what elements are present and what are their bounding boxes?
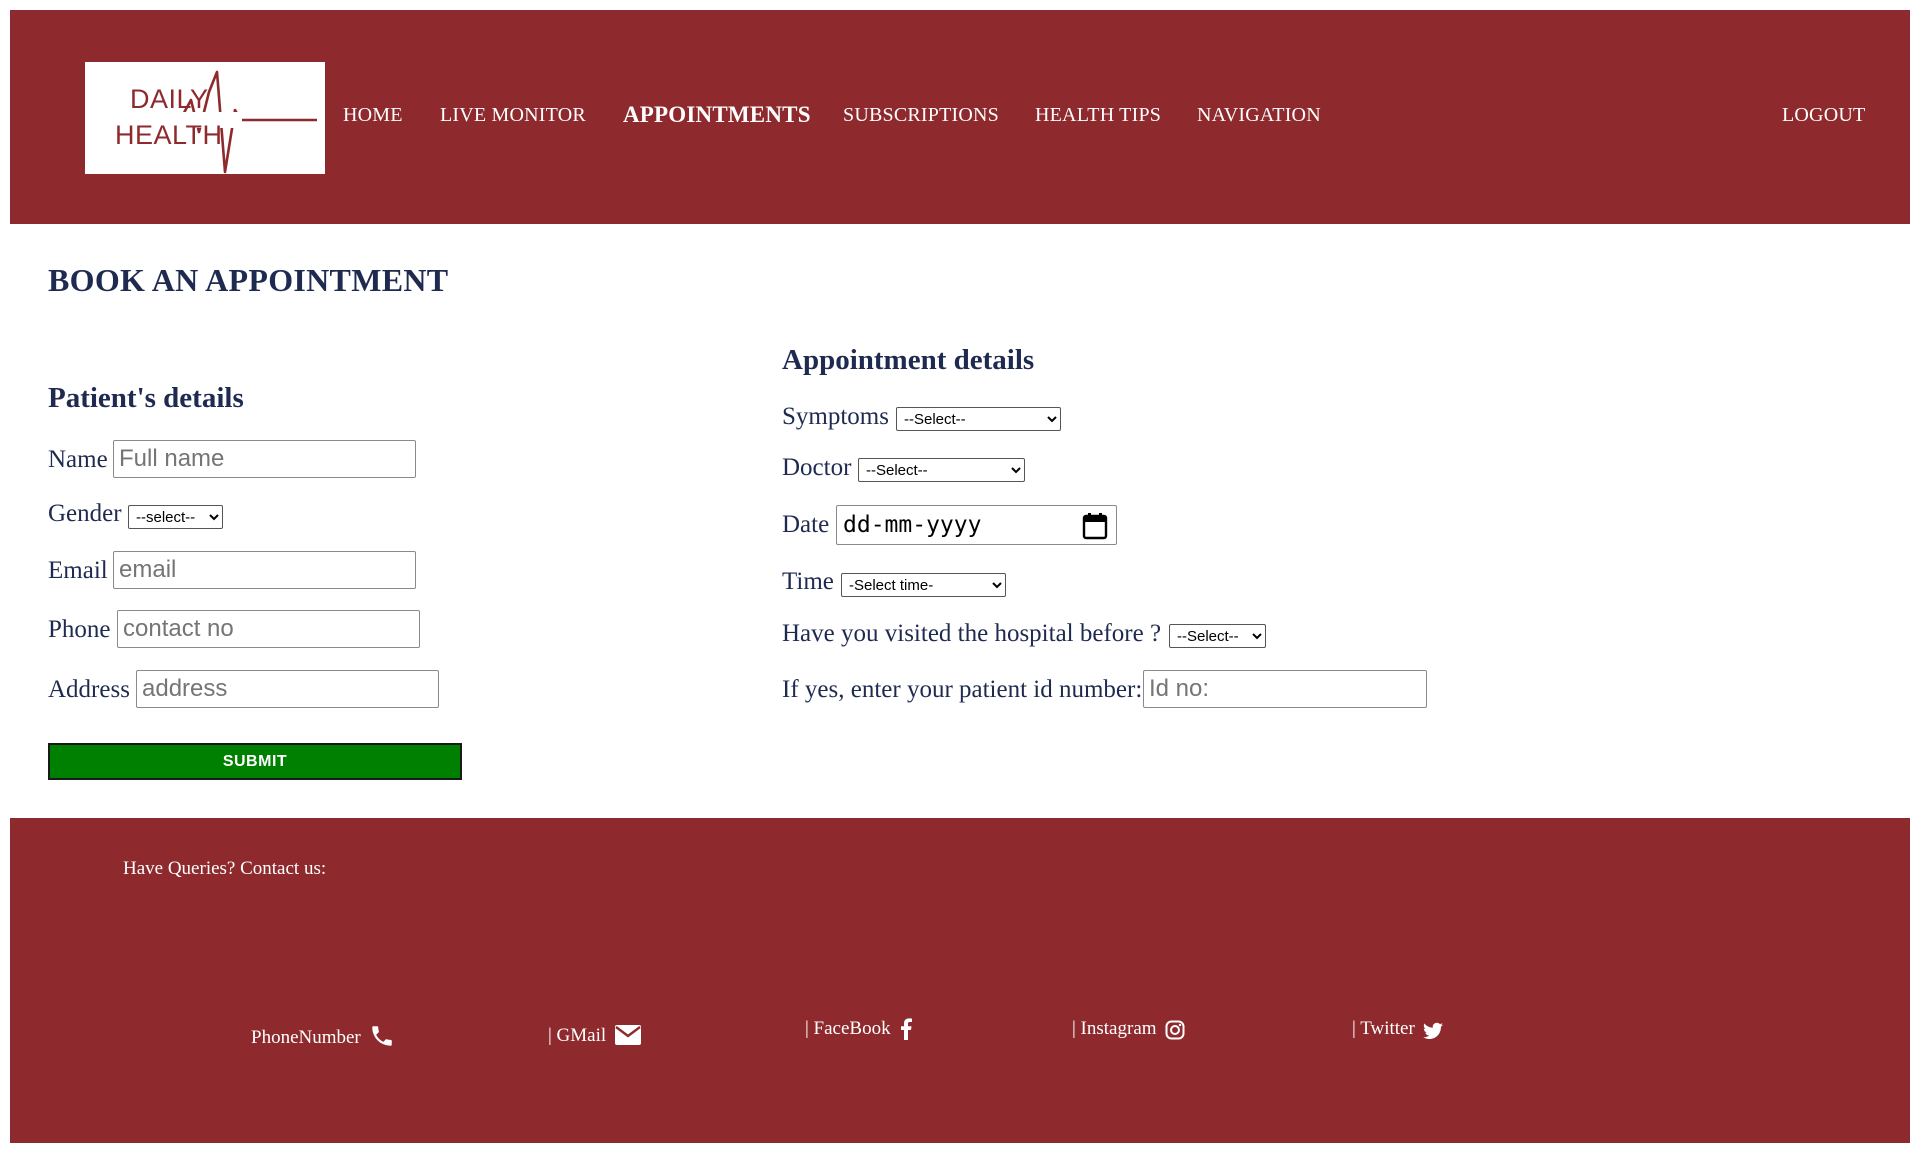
patient-id-input[interactable] bbox=[1143, 670, 1427, 708]
footer-facebook-link[interactable]: | FaceBook bbox=[805, 1018, 913, 1040]
patient-details-heading: Patient's details bbox=[48, 382, 244, 414]
site-footer: Have Queries? Contact us: PhoneNumber | … bbox=[10, 818, 1910, 1143]
gender-select[interactable]: --select-- bbox=[128, 505, 223, 529]
date-input[interactable]: dd-mm-yyyy bbox=[836, 505, 1117, 545]
footer-twitter-link[interactable]: | Twitter bbox=[1352, 1018, 1443, 1040]
footer-instagram-link[interactable]: | Instagram bbox=[1072, 1018, 1185, 1040]
phone-label: Phone bbox=[48, 616, 111, 643]
email-input[interactable] bbox=[113, 551, 416, 589]
doctor-select[interactable]: --Select-- bbox=[858, 458, 1025, 482]
page-title: BOOK AN APPOINTMENT bbox=[48, 262, 449, 298]
facebook-icon bbox=[900, 1018, 912, 1040]
main-nav: HOME LIVE MONITOR APPOINTMENTS SUBSCRIPT… bbox=[10, 10, 1910, 224]
time-select[interactable]: -Select time- bbox=[841, 573, 1006, 597]
calendar-icon[interactable] bbox=[1082, 512, 1108, 545]
nav-subscriptions[interactable]: SUBSCRIPTIONS bbox=[843, 104, 999, 127]
address-label: Address bbox=[48, 676, 130, 703]
footer-instagram-label: | Instagram bbox=[1072, 1018, 1157, 1039]
nav-home[interactable]: HOME bbox=[343, 104, 403, 127]
appointment-details-heading: Appointment details bbox=[782, 344, 1035, 376]
footer-facebook-label: | FaceBook bbox=[805, 1018, 891, 1039]
twitter-icon bbox=[1422, 1022, 1443, 1039]
contact-heading: Have Queries? Contact us: bbox=[123, 858, 327, 879]
footer-phone-label: PhoneNumber bbox=[251, 1027, 361, 1048]
address-input[interactable] bbox=[136, 670, 439, 708]
nav-navigation[interactable]: NAVIGATION bbox=[1197, 104, 1321, 127]
gender-label: Gender bbox=[48, 500, 122, 527]
submit-button[interactable]: SUBMIT bbox=[48, 743, 462, 780]
name-input[interactable] bbox=[113, 440, 416, 478]
name-label: Name bbox=[48, 446, 108, 473]
symptoms-select[interactable]: --Select-- bbox=[896, 407, 1061, 431]
nav-appointments[interactable]: APPOINTMENTS bbox=[623, 102, 811, 128]
visited-before-select[interactable]: --Select-- bbox=[1169, 624, 1266, 648]
footer-phone-link[interactable]: PhoneNumber bbox=[251, 1023, 395, 1049]
nav-live-monitor[interactable]: LIVE MONITOR bbox=[440, 104, 586, 127]
mail-icon bbox=[615, 1025, 642, 1045]
logout-link[interactable]: LOGOUT bbox=[1782, 104, 1865, 127]
footer-twitter-label: | Twitter bbox=[1352, 1018, 1415, 1039]
instagram-icon bbox=[1165, 1020, 1185, 1040]
doctor-label: Doctor bbox=[782, 454, 852, 481]
phone-icon bbox=[372, 1026, 392, 1046]
patient-id-label: If yes, enter your patient id number: bbox=[782, 676, 1143, 703]
visited-before-label: Have you visited the hospital before ? bbox=[782, 620, 1162, 647]
phone-input[interactable] bbox=[117, 610, 420, 648]
email-label: Email bbox=[48, 557, 108, 584]
time-label: Time bbox=[782, 568, 834, 595]
date-placeholder: dd-mm-yyyy bbox=[843, 512, 982, 538]
date-label: Date bbox=[782, 511, 830, 538]
nav-health-tips[interactable]: HEALTH TIPS bbox=[1035, 104, 1161, 127]
symptoms-label: Symptoms bbox=[782, 403, 889, 430]
footer-gmail-link[interactable]: | GMail bbox=[548, 1023, 642, 1047]
footer-gmail-label: | GMail bbox=[548, 1025, 607, 1046]
site-header: DAILY HEALTH HOME LIVE MONITOR APPOINTME… bbox=[10, 10, 1910, 224]
